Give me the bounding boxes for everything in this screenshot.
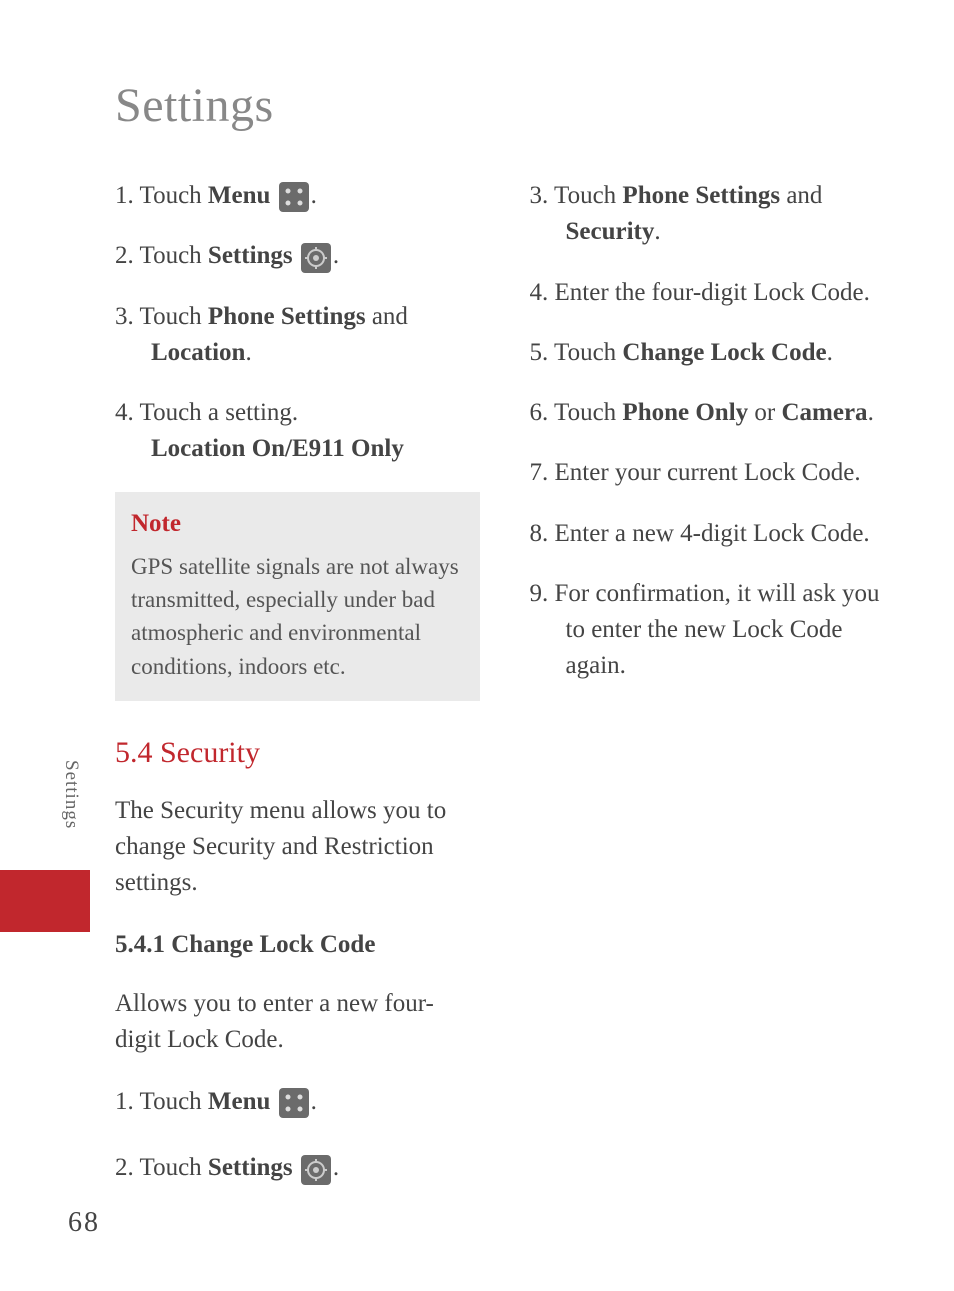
step-text: Enter a new 4-digit Lock Code.	[548, 520, 869, 547]
step: 6. Touch Phone Only or Camera.	[530, 395, 895, 431]
step-bold: Settings	[208, 1154, 293, 1181]
step-bold: Menu	[208, 182, 271, 209]
step-bold: Phone Settings	[208, 303, 366, 330]
side-tab: Settings	[58, 760, 86, 940]
note-body: GPS satellite signals are not always tra…	[131, 550, 464, 683]
content-columns: 1. Touch Menu . 2. Touch Settings . 3. T…	[115, 178, 894, 1191]
step-text: .	[654, 218, 660, 245]
step-text: .	[868, 399, 874, 426]
sub-heading: 5.4.1 Change Lock Code	[115, 927, 480, 963]
step-text: Touch	[134, 303, 208, 330]
step-text: Touch	[134, 242, 208, 269]
step-number: 9.	[530, 580, 549, 607]
step-number: 6.	[530, 399, 549, 426]
step: 1. Touch Menu .	[115, 1084, 480, 1120]
step-number: 1.	[115, 1088, 134, 1115]
step-bold: Phone Settings	[622, 182, 780, 209]
step: 8. Enter a new 4-digit Lock Code.	[530, 516, 895, 552]
page-title: Settings	[115, 78, 274, 133]
step-text: .	[311, 1088, 317, 1115]
step-text: .	[311, 182, 317, 209]
step-number: 4.	[530, 279, 549, 306]
step-number: 7.	[530, 459, 549, 486]
step: 4. Enter the four-digit Lock Code.	[530, 275, 895, 311]
gear-icon	[301, 1155, 331, 1185]
step: 7. Enter your current Lock Code.	[530, 455, 895, 491]
step-number: 5.	[530, 339, 549, 366]
step: 2. Touch Settings .	[115, 238, 480, 274]
note-box: Note GPS satellite signals are not alway…	[115, 492, 480, 702]
step-text: Touch	[548, 399, 622, 426]
step: 9. For confirmation, it will ask you to …	[530, 576, 895, 685]
step-bold: Location On/E911 Only	[151, 435, 404, 462]
sub-body: Allows you to enter a new four-digit Loc…	[115, 986, 480, 1059]
side-tab-highlight	[0, 870, 90, 932]
step-text: Enter your current Lock Code.	[548, 459, 860, 486]
page-number: 68	[68, 1207, 100, 1239]
step-number: 8.	[530, 520, 549, 547]
step-text: Touch	[134, 182, 208, 209]
step-text: Touch	[134, 1154, 208, 1181]
step-text: For confirmation, it will ask you to ent…	[548, 580, 879, 680]
step: 1. Touch Menu .	[115, 178, 480, 214]
step-number: 4.	[115, 399, 134, 426]
step-text: .	[827, 339, 833, 366]
step-text: Touch	[134, 1088, 208, 1115]
step-text: Touch	[548, 339, 622, 366]
menu-icon	[279, 1088, 309, 1118]
note-title: Note	[131, 506, 464, 542]
step-bold: Location	[151, 339, 245, 366]
section-heading: 5.4 Security	[115, 731, 480, 775]
step: 4. Touch a setting. Location On/E911 Only	[115, 395, 480, 468]
step: 5. Touch Change Lock Code.	[530, 335, 895, 371]
side-tab-label: Settings	[60, 760, 82, 829]
step-text: and	[366, 303, 408, 330]
step-number: 3.	[115, 303, 134, 330]
step-text: Enter the four-digit Lock Code.	[548, 279, 870, 306]
step-number: 2.	[115, 1154, 134, 1181]
step: 3. Touch Phone Settings and Security.	[530, 178, 895, 251]
step-bold: Phone Only	[622, 399, 748, 426]
gear-icon	[301, 243, 331, 273]
step-bold: Camera	[781, 399, 867, 426]
step-number: 1.	[115, 182, 134, 209]
section-body: The Security menu allows you to change S…	[115, 793, 480, 902]
step-text: and	[780, 182, 822, 209]
step-number: 3.	[530, 182, 549, 209]
step-number: 2.	[115, 242, 134, 269]
step-bold: Security	[566, 218, 655, 245]
step-text: Touch	[548, 182, 622, 209]
step: 3. Touch Phone Settings and Location.	[115, 299, 480, 372]
step-text: or	[748, 399, 781, 426]
step-text: Touch a setting.	[134, 399, 298, 426]
step-text: .	[245, 339, 251, 366]
step-text: .	[333, 242, 339, 269]
step-text: .	[333, 1154, 339, 1181]
step: 2. Touch Settings .	[115, 1150, 480, 1186]
menu-icon	[279, 182, 309, 212]
step-bold: Menu	[208, 1088, 271, 1115]
step-bold: Settings	[208, 242, 293, 269]
step-bold: Change Lock Code	[622, 339, 826, 366]
